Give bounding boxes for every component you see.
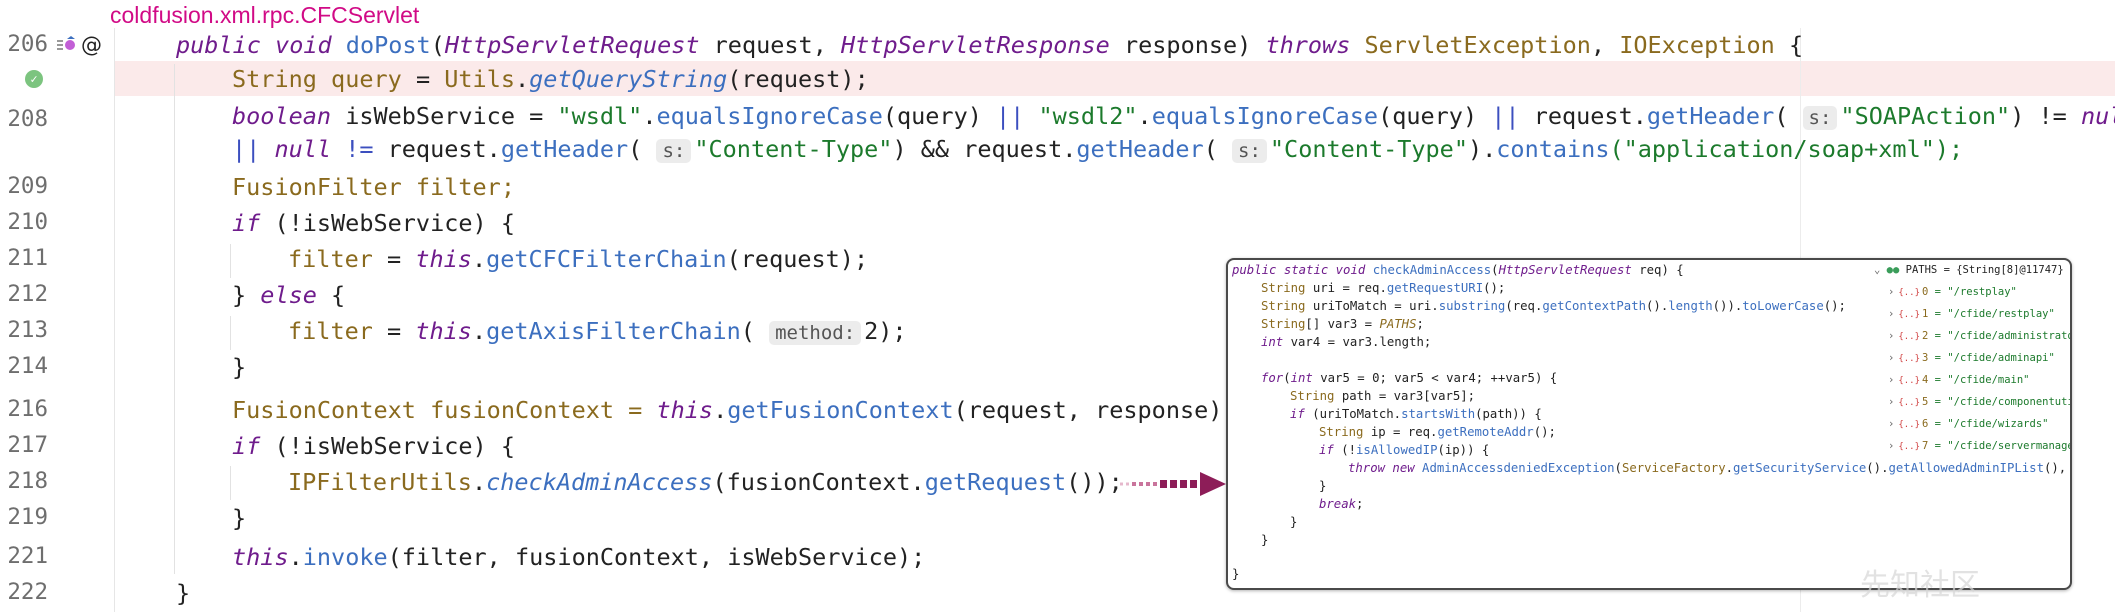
- paths-item[interactable]: ›{..}5 = "/cfide/componentutils": [1888, 396, 2070, 408]
- class-path-header: coldfusion.xml.rpc.CFCServlet: [110, 2, 420, 28]
- paths-item[interactable]: › {..} 6 = "/cfide/wizards": [1888, 418, 2048, 430]
- paths-item[interactable]: ›{..}2 = "/cfide/administrator": [1888, 330, 2070, 342]
- param-hint: s:: [1232, 139, 1267, 163]
- paths-item[interactable]: › {..} 4 = "/cfide/main": [1888, 374, 2030, 386]
- popup-line: if (!isAllowedIP(ip)) {: [1319, 443, 1490, 457]
- watermark: 先知社区: [1860, 568, 1980, 603]
- code-line-221[interactable]: this.invoke(filter, fusionContext, isWeb…: [232, 542, 925, 572]
- code-line-211[interactable]: filter = this.getCFCFilterChain(request)…: [288, 244, 868, 274]
- code-line-216[interactable]: FusionContext fusionContext = this.getFu…: [232, 395, 1237, 425]
- popup-line: String[] var3 = PATHS;: [1261, 317, 1424, 331]
- code-line-209[interactable]: FusionFilter filter;: [232, 172, 515, 202]
- line-number: 216: [7, 396, 48, 422]
- line-number: 212: [7, 281, 48, 307]
- line-number: 206: [7, 31, 48, 57]
- line-number: 219: [7, 504, 48, 530]
- popup-line: String path = var3[var5];: [1290, 389, 1476, 403]
- callout-arrow: [1120, 472, 1226, 496]
- line-number: 208: [7, 106, 48, 132]
- paths-item[interactable]: › {..} 3 = "/cfide/adminapi": [1888, 352, 2055, 364]
- paths-variable-node[interactable]: ⌄ ●● PATHS = {String[8]@11747} ["/re: [1874, 264, 2070, 276]
- popup-line: }: [1290, 515, 1298, 529]
- line-number: 209: [7, 173, 48, 199]
- line-number: 218: [7, 468, 48, 494]
- popup-line: throw new AdminAccessdeniedException(Ser…: [1348, 461, 2067, 475]
- gutter-icons: @: [56, 33, 102, 57]
- line-number: 211: [7, 245, 48, 271]
- popup-line: break;: [1319, 497, 1364, 511]
- popup-line: String ip = req.getRemoteAddr();: [1319, 425, 1556, 439]
- code-line-208[interactable]: boolean isWebService = "wsdl".equalsIgno…: [232, 101, 2115, 131]
- code-line-210[interactable]: if (!isWebService) {: [232, 208, 515, 238]
- code-line-213[interactable]: filter = this.getAxisFilterChain( method…: [288, 316, 907, 346]
- code-line-217[interactable]: if (!isWebService) {: [232, 431, 515, 461]
- paths-item[interactable]: › {..} 1 = "/cfide/restplay": [1888, 308, 2055, 320]
- code-line-219[interactable]: }: [232, 503, 246, 533]
- code-line-222[interactable]: }: [176, 578, 190, 608]
- indent-guide: [230, 316, 231, 350]
- code-line-212[interactable]: } else {: [232, 280, 345, 310]
- popup-line: }: [1232, 567, 1240, 581]
- line-number: 210: [7, 209, 48, 235]
- popup-line: String uriToMatch = uri.substring(req.ge…: [1261, 299, 1846, 313]
- line-number: 214: [7, 353, 48, 379]
- popup-line: }: [1319, 479, 1327, 493]
- check-icon[interactable]: ✓: [25, 70, 43, 88]
- code-preview-popup: public static void checkAdminAccess(Http…: [1226, 258, 2072, 590]
- code-line-206[interactable]: public void doPost(HttpServletRequest re…: [176, 30, 1803, 60]
- popup-line: int var4 = var3.length;: [1261, 335, 1432, 349]
- indent-guide: [230, 466, 231, 500]
- popup-line: String uri = req.getRequestURI();: [1261, 281, 1506, 295]
- editor-gutter: @ ✓ 206 208 209 210 211 212 213 214 216 …: [0, 0, 115, 612]
- popup-line: public static void checkAdminAccess(Http…: [1232, 263, 1684, 277]
- code-line-207[interactable]: String query = Utils.getQueryString(requ…: [232, 64, 869, 94]
- line-number: 222: [7, 579, 48, 605]
- popup-line: }: [1261, 533, 1269, 547]
- popup-line: if (uriToMatch.startsWith(path)) {: [1290, 407, 1542, 421]
- line-number: 213: [7, 317, 48, 343]
- indent-guide: [174, 64, 175, 574]
- paths-item[interactable]: › {..} 0 = "/restplay": [1888, 286, 2017, 298]
- paths-item[interactable]: ›{..}7 = "/cfide/servermanager": [1888, 440, 2070, 452]
- param-hint: s:: [1802, 106, 1838, 130]
- code-line-208-cont[interactable]: || null != request.getHeader( s: "Content…: [232, 134, 1963, 164]
- popup-line: for(int var5 = 0; var5 < var4; ++var5) {: [1261, 371, 1558, 385]
- param-hint: s:: [656, 139, 692, 163]
- annotation-icon[interactable]: @: [81, 33, 102, 57]
- gutter-divider: [114, 28, 115, 612]
- implemented-icon[interactable]: [56, 36, 76, 54]
- line-number: 221: [7, 543, 48, 569]
- indent-guide: [230, 244, 231, 278]
- line-number: 217: [7, 432, 48, 458]
- param-hint: method:: [769, 321, 862, 345]
- code-line-214[interactable]: }: [232, 352, 246, 382]
- code-line-218[interactable]: IPFilterUtils.checkAdminAccess(fusionCon…: [288, 467, 1123, 497]
